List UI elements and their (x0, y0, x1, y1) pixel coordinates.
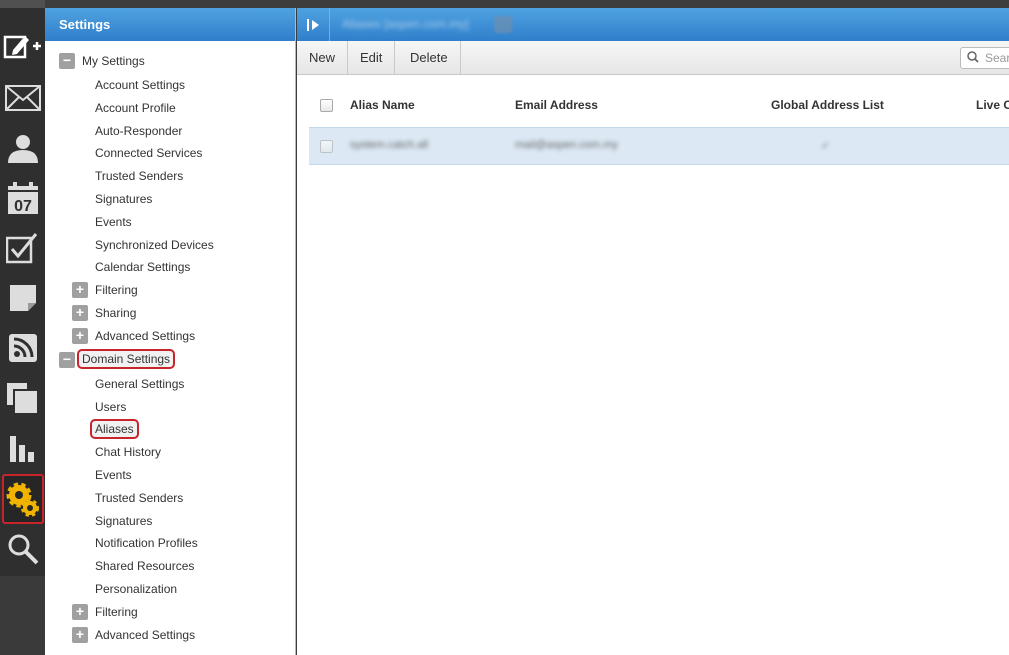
grid-header: Alias Name Email Address Global Address … (309, 94, 1009, 116)
tree-my-settings[interactable]: My Settings (82, 51, 145, 71)
edit-button[interactable]: Edit (348, 41, 396, 74)
tree-item-calendar-settings[interactable]: Calendar Settings (95, 257, 190, 277)
cell-global-address-list: ✓ (821, 140, 831, 152)
search-placeholder: Sear (985, 51, 1009, 65)
expand-toggle-sharing[interactable]: + (72, 305, 88, 321)
tree-item-connected-services[interactable]: Connected Services (95, 143, 202, 163)
tree-item-domain-trusted-senders[interactable]: Trusted Senders (95, 488, 183, 508)
tree-item-signatures[interactable]: Signatures (95, 189, 152, 209)
calendar-icon[interactable]: 07 (0, 173, 45, 223)
tree-item-domain-signatures[interactable]: Signatures (95, 511, 152, 531)
search-input[interactable]: Sear (960, 47, 1009, 69)
tree-item-trusted-senders[interactable]: Trusted Senders (95, 166, 183, 186)
tree-domain-settings[interactable]: Domain Settings (77, 349, 176, 369)
row-checkbox[interactable] (320, 140, 333, 153)
table-row[interactable]: system.catch.all mail@aspen.com.my ✓ (309, 127, 1009, 165)
count-badge (494, 16, 512, 33)
compose-icon[interactable] (0, 22, 45, 72)
reports-icon[interactable] (0, 423, 45, 473)
cell-email-address: mail@aspen.com.my (515, 139, 618, 151)
tree-item-account-profile[interactable]: Account Profile (95, 98, 176, 118)
column-alias-name[interactable]: Alias Name (350, 98, 415, 112)
main-titlebar: Aliases [aspen.com.my] (297, 8, 1009, 41)
settings-panel: Settings − My Settings Account Settings … (45, 8, 296, 655)
tree-item-shared-resources[interactable]: Shared Resources (95, 556, 194, 576)
new-button[interactable]: New (297, 41, 349, 74)
delete-button[interactable]: Delete (398, 41, 461, 74)
collapse-toggle-domain-settings[interactable]: − (59, 352, 75, 368)
select-all-checkbox[interactable] (320, 99, 333, 112)
tree-item-domain-filtering[interactable]: Filtering (95, 602, 138, 622)
tree-item-filtering[interactable]: Filtering (95, 280, 138, 300)
page-title: Aliases [aspen.com.my] (342, 17, 469, 31)
settings-panel-title: Settings (45, 8, 295, 41)
tree-item-personalization[interactable]: Personalization (95, 579, 177, 599)
search-input-icon (967, 51, 979, 63)
tree-item-synchronized-devices[interactable]: Synchronized Devices (95, 235, 214, 255)
tasks-icon[interactable] (0, 223, 45, 273)
tree-item-chat-history[interactable]: Chat History (95, 442, 161, 462)
collapse-left-icon (307, 18, 319, 31)
tree-item-sharing[interactable]: Sharing (95, 303, 136, 323)
expand-toggle-filtering[interactable]: + (72, 282, 88, 298)
collapse-panel-button[interactable] (297, 8, 330, 41)
rail-lower (0, 576, 45, 655)
tree-item-general-settings[interactable]: General Settings (95, 374, 184, 394)
collapse-toggle-my-settings[interactable]: − (59, 53, 75, 69)
column-email-address[interactable]: Email Address (515, 98, 598, 112)
settings-icon[interactable] (2, 474, 44, 524)
files-icon[interactable] (0, 373, 45, 423)
main-panel: Aliases [aspen.com.my] New Edit Delete S… (297, 8, 1009, 655)
tree-item-domain-events[interactable]: Events (95, 465, 132, 485)
expand-toggle-advanced-settings[interactable]: + (72, 328, 88, 344)
contacts-icon[interactable] (0, 123, 45, 173)
tree-item-advanced-settings[interactable]: Advanced Settings (95, 326, 195, 346)
tree-item-domain-advanced-settings[interactable]: Advanced Settings (95, 625, 195, 645)
search-icon[interactable] (0, 524, 45, 574)
rss-icon[interactable] (0, 323, 45, 373)
mail-icon[interactable] (0, 73, 45, 123)
tree-item-account-settings[interactable]: Account Settings (95, 75, 185, 95)
app-rail: 07 (0, 0, 45, 655)
notes-icon[interactable] (0, 273, 45, 323)
cell-alias-name: system.catch.all (350, 139, 429, 151)
toolbar: New Edit Delete Sear (297, 41, 1009, 75)
tree-item-events[interactable]: Events (95, 212, 132, 232)
tree-item-users[interactable]: Users (95, 397, 126, 417)
tree-item-auto-responder[interactable]: Auto-Responder (95, 121, 182, 141)
domain-settings-label[interactable]: Domain Settings (77, 349, 176, 369)
column-global-address-list[interactable]: Global Address List (771, 98, 884, 112)
tree-item-notification-profiles[interactable]: Notification Profiles (95, 533, 198, 553)
expand-toggle-domain-advanced-settings[interactable]: + (72, 627, 88, 643)
tree-item-aliases[interactable]: Aliases (90, 419, 139, 439)
rail-top-strip (0, 0, 45, 8)
expand-toggle-domain-filtering[interactable]: + (72, 604, 88, 620)
svg-text:07: 07 (14, 198, 32, 215)
column-live-chat[interactable]: Live C (976, 98, 1009, 112)
aliases-label[interactable]: Aliases (90, 419, 139, 439)
